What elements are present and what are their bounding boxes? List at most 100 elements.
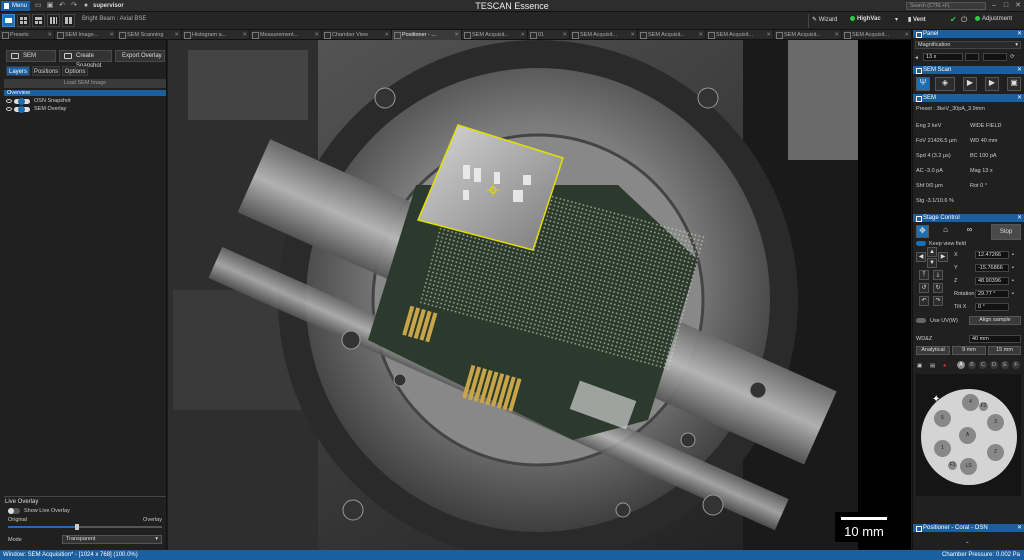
tab-chamber-view[interactable]: Chamber View ✕ bbox=[322, 30, 392, 40]
arrow-up-icon[interactable]: ▲ bbox=[927, 247, 937, 257]
positioner-header[interactable]: Positioner - Coral - OSN ✕ bbox=[913, 524, 1024, 532]
sample-holder-map[interactable]: ✦ 4 F2 5 3 A 1 F1 LS 2 bbox=[916, 374, 1021, 496]
slot-d[interactable]: D bbox=[990, 361, 998, 369]
mag-step-box[interactable] bbox=[965, 53, 979, 61]
tab-positioner[interactable]: Positioner - ... ✕ bbox=[392, 30, 462, 40]
tilt-input[interactable]: 0 ° bbox=[975, 303, 1009, 311]
param-rotation[interactable]: Rot 0 ° bbox=[970, 183, 987, 189]
single-scan-icon[interactable]: ▶ bbox=[963, 77, 977, 91]
rotation-input[interactable]: 29.77 ° bbox=[975, 290, 1009, 298]
param-mode[interactable]: WIDE FIELD bbox=[970, 123, 1001, 129]
sem-header[interactable]: SEM ✕ bbox=[913, 94, 1024, 102]
tab-sem-acquisition-5[interactable]: SEM Acquisit... ✕ bbox=[774, 30, 842, 40]
tab-sem-image[interactable]: SEM Image... ✕ bbox=[55, 30, 117, 40]
tab-sem-acquisition-2[interactable]: SEM Acquisit... ✕ bbox=[570, 30, 638, 40]
holder-slot-f1[interactable]: F1 bbox=[948, 461, 957, 470]
tab-sem-acquisition-3[interactable]: SEM Acquisit... ✕ bbox=[638, 30, 706, 40]
rotation-lock-icon[interactable]: ▪ bbox=[1012, 291, 1014, 297]
keep-view-toggle[interactable] bbox=[916, 241, 926, 246]
holder-slot-ls[interactable]: LS bbox=[960, 458, 977, 475]
preset-analytical-button[interactable]: Analytical bbox=[916, 346, 950, 355]
layer-osn-snapshot[interactable]: OSN Snapshot bbox=[6, 98, 71, 105]
holder-slot-5[interactable]: 5 bbox=[934, 410, 951, 427]
continuous-scan-icon[interactable]: ▶ bbox=[985, 77, 999, 91]
tab-histogram[interactable]: Histogram a... ✕ bbox=[182, 30, 250, 40]
sem-preset[interactable]: Preset : 3keV_30pA_3.9mm bbox=[916, 106, 985, 112]
param-stigmator[interactable]: Stg -3.1/10.6 % bbox=[916, 198, 954, 204]
tab-sem-acquisition-1[interactable]: SEM Acquisit... ✕ bbox=[462, 30, 528, 40]
x-input[interactable]: 12.47266 bbox=[975, 251, 1009, 259]
adjustment-button[interactable]: Adjustment bbox=[975, 16, 1012, 22]
layer-toggle[interactable] bbox=[14, 106, 30, 113]
vent-button[interactable]: ▮ Vent bbox=[908, 16, 926, 23]
sem-scan-header[interactable]: SEM Scan ✕ bbox=[913, 66, 1024, 74]
param-bc[interactable]: BC 100 pA bbox=[970, 153, 997, 159]
power-icon[interactable]: ⏻ bbox=[961, 15, 967, 25]
close-icon[interactable]: ✕ bbox=[1014, 2, 1022, 10]
z-down-icon[interactable]: ⤓ bbox=[933, 270, 943, 280]
tab-measurement[interactable]: Measurement... ✕ bbox=[250, 30, 322, 40]
tilt-left-icon[interactable]: ↶ bbox=[919, 296, 929, 306]
param-speed[interactable]: Spd 4 (3.2 µs) bbox=[916, 153, 951, 159]
tab-presets[interactable]: Presets ✕ bbox=[0, 30, 55, 40]
mag-decrease-icon[interactable]: ◂ bbox=[915, 55, 918, 61]
magnification-input[interactable]: 13 x bbox=[923, 53, 963, 61]
param-energy[interactable]: Eng 2 keV bbox=[916, 123, 941, 129]
vac-dropdown-icon[interactable]: ▾ bbox=[895, 16, 898, 23]
slot-e[interactable]: E bbox=[1001, 361, 1009, 369]
x-lock-icon[interactable]: ▪ bbox=[1012, 252, 1014, 258]
y-lock-icon[interactable]: ▪ bbox=[1012, 265, 1014, 271]
slot-f[interactable]: F bbox=[1012, 361, 1020, 369]
expand-icon[interactable]: ⌄ bbox=[965, 539, 970, 545]
tab-sem-scanning[interactable]: SEM Scanning ✕ bbox=[117, 30, 182, 40]
panel-header[interactable]: Panel ✕ bbox=[913, 30, 1024, 38]
wdz-input[interactable]: 40 mm bbox=[969, 335, 1021, 343]
tree-root-overview[interactable]: Overview bbox=[4, 90, 166, 96]
preset-15mm-button[interactable]: 15 mm bbox=[988, 346, 1021, 355]
holder-slot-f2[interactable]: F2 bbox=[979, 402, 988, 411]
overlay-slider[interactable] bbox=[8, 524, 162, 530]
delete-position-icon[interactable]: ▤ bbox=[930, 363, 935, 369]
save-position-icon[interactable]: ▣ bbox=[917, 363, 922, 369]
z-up-icon[interactable]: ⤒ bbox=[919, 270, 929, 280]
layout-sidebar-button[interactable] bbox=[62, 14, 75, 27]
scan-mode-icon[interactable]: ◈ bbox=[935, 77, 955, 91]
clear-icon[interactable]: ● bbox=[943, 363, 946, 369]
z-lock-icon[interactable]: ▪ bbox=[1012, 278, 1014, 284]
mag-range-box[interactable] bbox=[983, 53, 1007, 61]
search-input[interactable]: Search (CTRL+F) bbox=[906, 2, 986, 10]
stage-control-header[interactable]: Stage Control ✕ bbox=[913, 214, 1024, 222]
load-sem-image-button[interactable]: Load SEM Image bbox=[4, 79, 166, 88]
mode-select[interactable]: Transparent ▾ bbox=[62, 535, 162, 544]
param-fov[interactable]: FoV 21426.5 µm bbox=[916, 138, 957, 144]
slot-b[interactable]: B bbox=[968, 361, 976, 369]
tab-positions[interactable]: Positions bbox=[32, 66, 60, 76]
eye-icon[interactable] bbox=[6, 107, 12, 111]
export-overlay-button[interactable]: Export Overlay bbox=[115, 50, 165, 62]
tab-layers[interactable]: Layers bbox=[6, 66, 30, 76]
holder-slot-a[interactable]: A bbox=[959, 427, 976, 444]
eye-icon[interactable] bbox=[6, 99, 12, 103]
preset-9mm-button[interactable]: 9 mm bbox=[952, 346, 986, 355]
stop-scan-icon[interactable]: ▣ bbox=[1007, 77, 1021, 91]
stage-move-icon[interactable]: ✥ bbox=[916, 225, 929, 238]
param-shift[interactable]: Shf 0/0 µm bbox=[916, 183, 943, 189]
show-live-overlay-toggle[interactable] bbox=[8, 508, 20, 514]
wizard-button[interactable]: ✎ Wizard bbox=[812, 16, 837, 23]
rotate-ccw-icon[interactable]: ↺ bbox=[919, 283, 929, 293]
refresh-icon[interactable]: ⟳ bbox=[1010, 54, 1015, 60]
beam-icon[interactable]: Ψ bbox=[916, 77, 930, 91]
vacuum-status[interactable]: HighVac bbox=[850, 16, 881, 22]
stop-button[interactable]: Stop bbox=[991, 224, 1021, 240]
tab-01[interactable]: 01 ✕ bbox=[528, 30, 570, 40]
holder-slot-4[interactable]: 4 bbox=[962, 394, 979, 411]
tab-sem-acquisition-4[interactable]: SEM Acquisit... ✕ bbox=[706, 30, 774, 40]
holder-slot-1[interactable]: 1 bbox=[934, 440, 951, 457]
holder-slot-3[interactable]: 3 bbox=[987, 414, 1004, 431]
slot-c[interactable]: C bbox=[979, 361, 987, 369]
z-input[interactable]: 48.90396 bbox=[975, 277, 1009, 285]
positioner-viewer[interactable]: 10 mm bbox=[168, 40, 911, 550]
layout-quad-button[interactable] bbox=[17, 14, 30, 27]
layout-single-button[interactable] bbox=[2, 14, 15, 27]
holder-slot-2[interactable]: 2 bbox=[987, 444, 1004, 461]
